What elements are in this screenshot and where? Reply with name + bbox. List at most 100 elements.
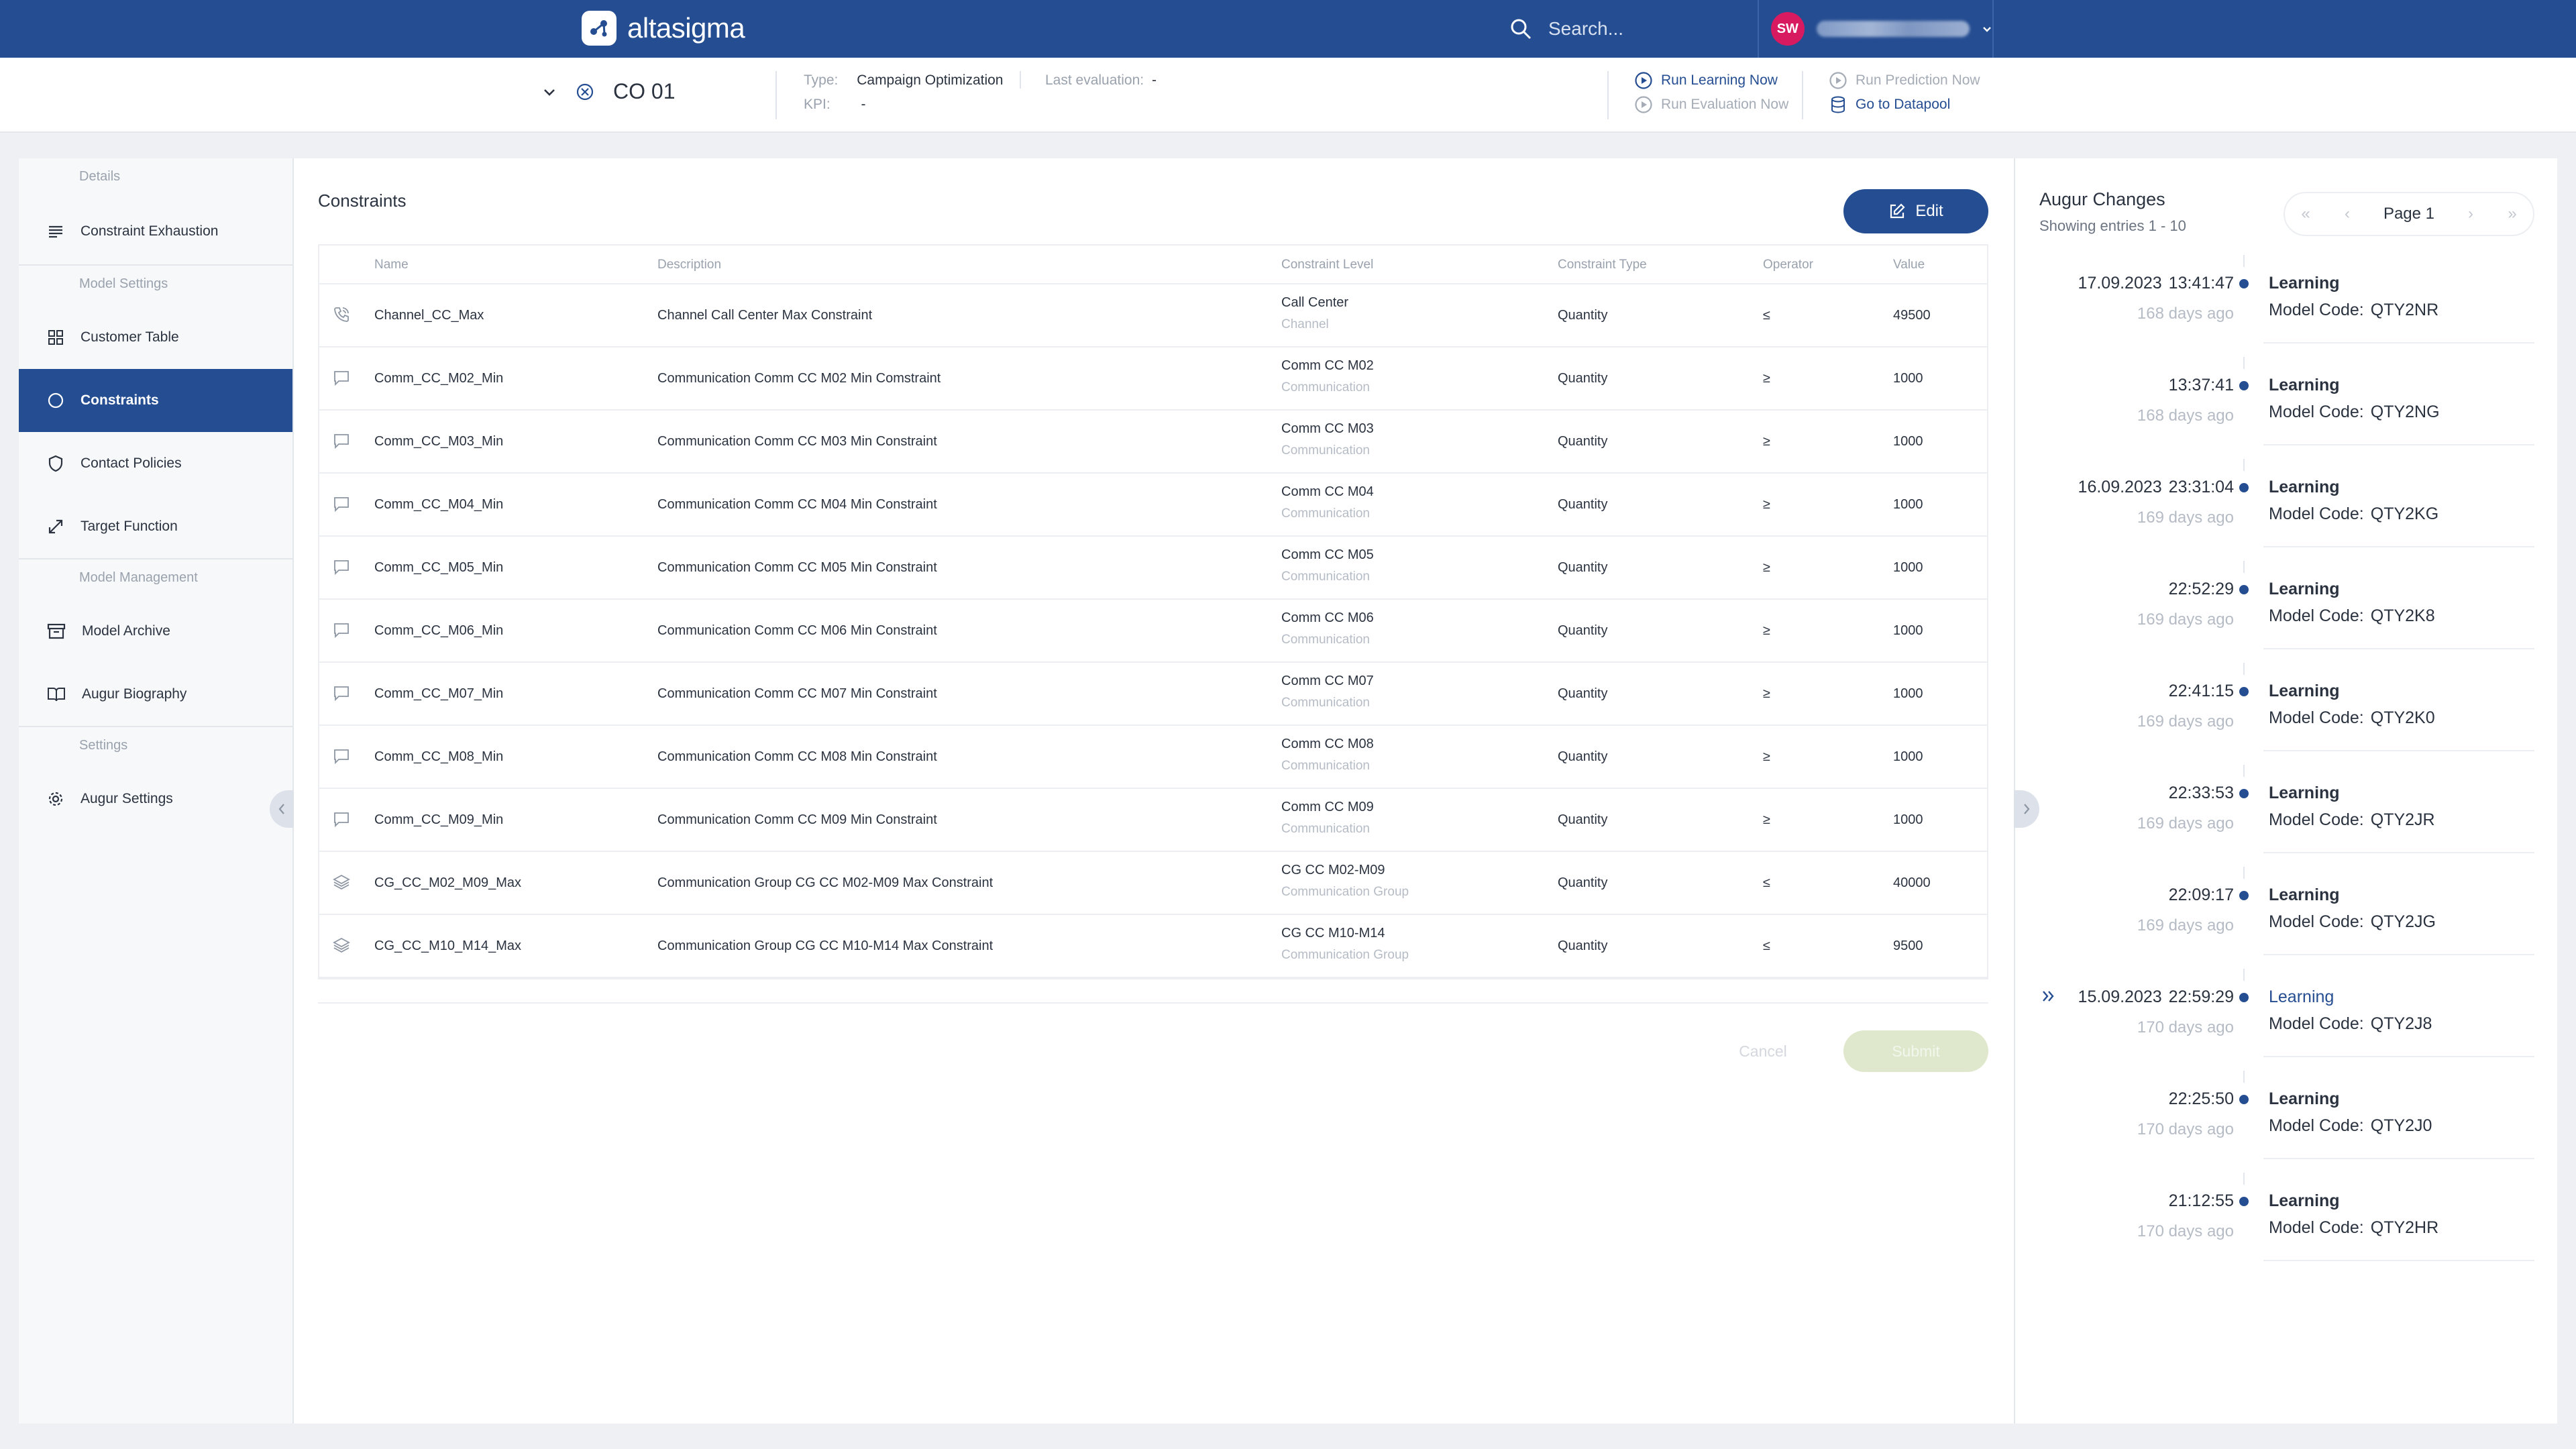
message-icon (333, 369, 350, 386)
entry-datetime: 22:52:29 (2162, 580, 2234, 599)
lines-icon (47, 223, 64, 240)
run-learning-button[interactable]: Run Learning Now (1634, 71, 1778, 90)
cell-constraint-type: Quantity (1558, 371, 1608, 386)
cell-constraint-type: Quantity (1558, 497, 1608, 512)
cell-constraint-level: CG CC M02-M09 Communication Group (1281, 863, 1409, 900)
column-header-operator[interactable]: Operator (1763, 258, 1813, 272)
nav-group-model-management: Model Management (79, 570, 198, 585)
shield-icon (47, 455, 64, 472)
next-page-icon[interactable]: › (2450, 193, 2491, 235)
table-row[interactable]: Comm_CC_M04_Min Communication Comm CC M04… (319, 474, 1987, 537)
table-row[interactable]: Comm_CC_M02_Min Communication Comm CC M02… (319, 347, 1987, 411)
edit-button[interactable]: Edit (1843, 189, 1988, 233)
sidebar-item-constraints[interactable]: Constraints (19, 369, 292, 432)
change-entry[interactable]: 22:52:29 169 days ago Learning Model Code: Q… (2015, 558, 2559, 660)
cell-value: 1000 (1893, 749, 1923, 764)
submit-button[interactable]: Submit (1843, 1030, 1988, 1072)
cell-name: Comm_CC_M05_Min (374, 560, 504, 575)
cell-name: Comm_CC_M02_Min (374, 371, 504, 386)
go-to-datapool-button[interactable]: Go to Datapool (1829, 95, 1950, 114)
cell-constraint-type: Quantity (1558, 560, 1608, 575)
model-code-value: QTY2JR (2370, 810, 2435, 829)
edit-icon (1888, 203, 1906, 220)
sidebar-item-constraint-exhaustion[interactable]: Constraint Exhaustion (19, 199, 292, 264)
model-type-icon (576, 83, 594, 101)
table-row[interactable]: Comm_CC_M05_Min Communication Comm CC M05… (319, 537, 1987, 600)
column-header-description[interactable]: Description (657, 258, 721, 272)
cell-description: Communication Comm CC M02 Min Comstraint (657, 371, 941, 386)
cell-description: Communication Group CG CC M02-M09 Max Co… (657, 875, 994, 890)
user-menu[interactable]: SW (1758, 0, 1994, 58)
change-entry[interactable]: 15.09.2023 22:59:29 170 days ago Learning Mo… (2015, 966, 2559, 1068)
sidebar-item-target-function[interactable]: Target Function (19, 495, 292, 558)
entry-datetime: 22:25:50 (2162, 1089, 2234, 1109)
table-row[interactable]: Comm_CC_M07_Min Communication Comm CC M07… (319, 663, 1987, 726)
search-icon[interactable] (1509, 17, 1532, 40)
nav-group-model-settings: Model Settings (79, 276, 168, 291)
column-header-constraint-type[interactable]: Constraint Type (1558, 258, 1647, 272)
table-row[interactable]: Channel_CC_Max Channel Call Center Max Co… (319, 284, 1987, 347)
constraint-level-type: Communication Group (1281, 948, 1409, 962)
app-logo[interactable]: altasigma (582, 9, 745, 47)
timeline-dot (2239, 891, 2249, 900)
timeline-connector (2243, 561, 2245, 573)
sidebar-item-augur-biography[interactable]: Augur Biography (19, 663, 292, 726)
entry-time: 21:12:55 (2168, 1191, 2234, 1210)
kpi-value: - (861, 97, 866, 112)
change-entry[interactable]: 21:12:55 170 days ago Learning Model Code: Q… (2015, 1170, 2559, 1272)
cancel-button[interactable]: Cancel (1709, 1030, 1817, 1072)
model-code-value: QTY2J8 (2370, 1014, 2432, 1033)
table-row[interactable]: Comm_CC_M03_Min Communication Comm CC M03… (319, 411, 1987, 474)
timeline-dot (2239, 1197, 2249, 1206)
cell-operator: ≥ (1763, 560, 1770, 575)
timeline-dot (2239, 993, 2249, 1002)
last-page-icon[interactable]: » (2491, 193, 2533, 235)
run-learning-label: Run Learning Now (1661, 72, 1778, 88)
sidebar-item-contact-policies[interactable]: Contact Policies (19, 432, 292, 495)
augur-changes-panel: Augur Changes Showing entries 1 - 10 « ‹… (2014, 158, 2557, 1424)
prev-page-icon[interactable]: ‹ (2326, 193, 2368, 235)
chevron-down-icon[interactable] (542, 85, 557, 99)
table-row[interactable]: Comm_CC_M09_Min Communication Comm CC M09… (319, 789, 1987, 852)
cell-operator: ≥ (1763, 749, 1770, 764)
run-prediction-button[interactable]: Run Prediction Now (1829, 71, 1980, 90)
entry-model-code: Model Code: QTY2J8 (2269, 1014, 2432, 1034)
timeline-dot (2239, 381, 2249, 390)
sidebar-item-customer-table[interactable]: Customer Table (19, 306, 292, 369)
kpi-info: KPI: - (804, 97, 866, 113)
cell-value: 1000 (1893, 686, 1923, 701)
entry-kind: Learning (2269, 682, 2340, 700)
cell-value: 49500 (1893, 308, 1931, 323)
change-entry[interactable]: 22:25:50 170 days ago Learning Model Code: Q… (2015, 1068, 2559, 1170)
expand-arrows-icon (47, 518, 64, 535)
sidebar-item-label: Augur Biography (82, 686, 187, 702)
entry-time: 22:09:17 (2168, 885, 2234, 904)
table-row[interactable]: CG_CC_M10_M14_Max Communication Group CG … (319, 915, 1987, 978)
column-header-constraint-level[interactable]: Constraint Level (1281, 258, 1373, 272)
change-entry[interactable]: 22:41:15 169 days ago Learning Model Code: Q… (2015, 660, 2559, 762)
model-code-label: Model Code: (2269, 301, 2364, 319)
table-row[interactable]: Comm_CC_M08_Min Communication Comm CC M08… (319, 726, 1987, 789)
cell-operator: ≥ (1763, 812, 1770, 827)
nav-group-settings: Settings (79, 738, 128, 753)
entry-datetime: 22:09:17 (2162, 885, 2234, 905)
search-input[interactable] (1548, 18, 1750, 40)
table-row[interactable]: CG_CC_M02_M09_Max Communication Group CG … (319, 852, 1987, 915)
change-entry[interactable]: 22:33:53 169 days ago Learning Model Code: Q… (2015, 762, 2559, 864)
phone-icon (333, 306, 350, 323)
column-header-value[interactable]: Value (1893, 258, 1925, 272)
sidebar-item-augur-settings[interactable]: Augur Settings (19, 767, 292, 830)
run-evaluation-button[interactable]: Run Evaluation Now (1634, 95, 1788, 114)
top-bar: altasigma SW (0, 0, 2576, 58)
sidebar-item-label: Target Function (80, 519, 178, 534)
column-header-name[interactable]: Name (374, 258, 409, 272)
cell-value: 40000 (1893, 875, 1931, 890)
change-entry[interactable]: 16.09.2023 23:31:04 169 days ago Learning Mo… (2015, 456, 2559, 558)
change-entry[interactable]: 22:09:17 169 days ago Learning Model Code: Q… (2015, 864, 2559, 966)
first-page-icon[interactable]: « (2285, 193, 2326, 235)
change-entry[interactable]: 13:37:41 168 days ago Learning Model Code: Q… (2015, 354, 2559, 456)
change-entry[interactable]: 17.09.2023 13:41:47 168 days ago Learning Mo… (2015, 252, 2559, 354)
sidebar-item-model-archive[interactable]: Model Archive (19, 600, 292, 663)
table-row[interactable]: Comm_CC_M06_Min Communication Comm CC M06… (319, 600, 1987, 663)
entry-datetime: 17.09.2023 13:41:47 (2078, 274, 2234, 293)
